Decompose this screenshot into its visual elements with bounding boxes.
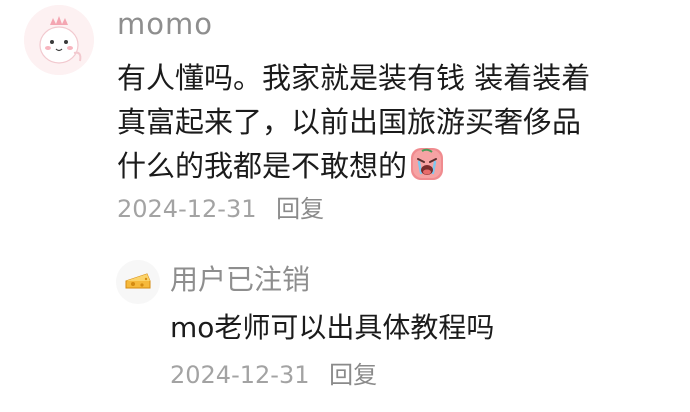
comment-author[interactable]: momo xyxy=(117,6,213,42)
pink-monster-avatar-icon xyxy=(24,5,94,75)
cheese-avatar-icon xyxy=(116,260,160,304)
reply-author[interactable]: 用户已注销 xyxy=(170,262,310,298)
reply-meta: 2024-12-31 回复 xyxy=(170,358,377,392)
comment-line: 有人懂吗。我家就是装有钱 装着装着 xyxy=(117,61,591,95)
reply-date: 2024-12-31 xyxy=(170,361,310,389)
comment-line: 真富起来了，以前出国旅游买奢侈品 xyxy=(117,105,582,139)
comment-meta: 2024-12-31 回复 xyxy=(117,192,324,226)
avatar[interactable] xyxy=(24,5,94,75)
reply-body: mo老师可以出具体教程吗 xyxy=(170,311,495,344)
comment-body: 有人懂吗。我家就是装有钱 装着装着 真富起来了，以前出国旅游买奢侈品 什么的我都… xyxy=(117,56,677,188)
reply-button[interactable]: 回复 xyxy=(329,361,377,389)
comment-thread: momo 有人懂吗。我家就是装有钱 装着装着 真富起来了，以前出国旅游买奢侈品 … xyxy=(0,0,690,412)
comment-line-text: 什么的我都是不敢想的 xyxy=(117,149,408,183)
reply-button[interactable]: 回复 xyxy=(276,195,324,223)
avatar[interactable] xyxy=(116,260,160,304)
crying-face-sticker-icon xyxy=(411,148,444,180)
comment-date: 2024-12-31 xyxy=(117,195,257,223)
comment-line: 什么的我都是不敢想的 xyxy=(117,144,677,188)
